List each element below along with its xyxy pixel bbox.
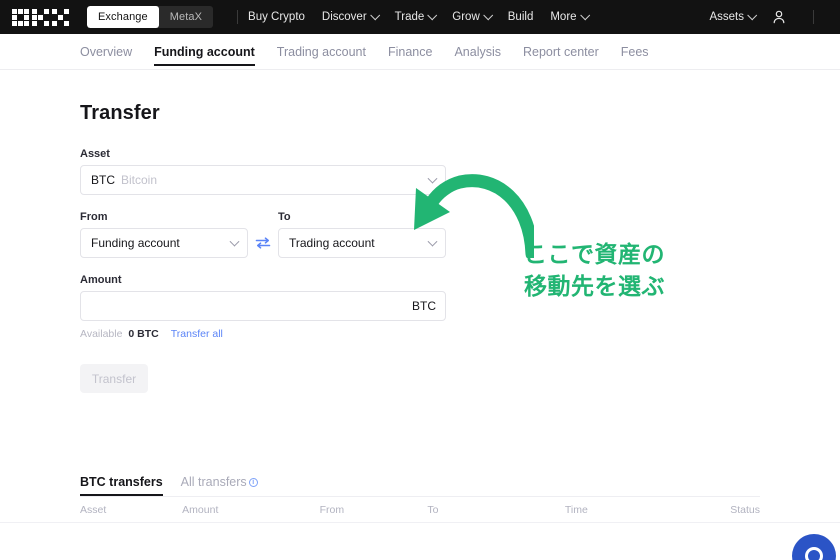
main-nav-links: Buy Crypto Discover Trade Grow Build Mor… [248, 9, 590, 24]
account-sub-navigation: Overview Funding account Trading account… [0, 34, 840, 70]
column-header-time: Time [564, 503, 588, 516]
main-content: Transfer Asset BTC Bitcoin From Funding … [0, 70, 840, 560]
from-label: From [80, 211, 108, 223]
tab-funding-account[interactable]: Funding account [154, 34, 255, 70]
chevron-down-icon [427, 236, 438, 247]
nav-right-group: Assets [709, 9, 828, 25]
nav-trade-label: Trade [394, 11, 425, 23]
swap-arrows-icon [255, 237, 271, 249]
nav-assets-label: Assets [709, 11, 744, 23]
nav-grow-label: Grow [452, 11, 480, 23]
chevron-down-icon [579, 9, 590, 20]
chevron-down-icon [369, 9, 380, 20]
nav-buy-crypto-label: Buy Crypto [248, 11, 305, 23]
history-table-header: Asset Amount From To Time Status [0, 497, 840, 523]
switch-metax[interactable]: MetaX [159, 6, 213, 28]
okx-transfer-page: Exchange MetaX Buy Crypto Discover Trade… [0, 0, 840, 560]
column-header-from: From [319, 503, 345, 516]
asset-select[interactable]: BTC Bitcoin [80, 165, 446, 195]
transfer-all-link[interactable]: Transfer all [171, 328, 223, 340]
annotation-text-line1: ここで資産の [524, 241, 665, 267]
from-to-row: From Funding account To Trading account [80, 211, 446, 258]
nav-more-label: More [550, 11, 577, 23]
annotation-text-line2: 移動先を選ぶ [524, 273, 665, 299]
asset-name: Bitcoin [121, 173, 158, 187]
annotation-text: ここで資産の 移動先を選ぶ [524, 238, 665, 302]
chevron-down-icon [427, 173, 438, 184]
chevron-down-icon [427, 9, 438, 20]
chevron-down-icon [747, 9, 758, 20]
column-header-status: Status [730, 503, 760, 516]
chevron-down-icon [483, 9, 493, 20]
asset-symbol: BTC [91, 173, 115, 187]
nav-divider-right [813, 10, 814, 24]
history-tab-all-transfers[interactable]: All transfers i [181, 475, 258, 496]
nav-discover[interactable]: Discover [321, 9, 380, 24]
history-tab-btc-transfers[interactable]: BTC transfers [80, 475, 163, 496]
support-chat-icon [805, 547, 823, 560]
tab-report-center[interactable]: Report center [523, 34, 599, 70]
swap-accounts-button[interactable] [248, 228, 278, 258]
history-tab-all-transfers-label: All transfers [180, 475, 247, 489]
history-tabs: BTC transfers All transfers i [0, 468, 840, 496]
available-balance-row: Available 0 BTC Transfer all [80, 328, 446, 340]
from-account-value: Funding account [91, 236, 180, 250]
nav-build-label: Build [507, 11, 534, 23]
to-account-value: Trading account [289, 236, 375, 250]
from-account-select[interactable]: Funding account [80, 228, 248, 258]
nav-grow[interactable]: Grow [452, 9, 493, 24]
tab-fees[interactable]: Fees [621, 34, 649, 70]
asset-label: Asset [80, 148, 110, 160]
transfer-submit-button[interactable]: Transfer [80, 364, 148, 393]
transfer-history-section: BTC transfers All transfers i Asset Amou… [0, 468, 840, 523]
okx-logo[interactable] [12, 8, 69, 26]
transfer-form: Asset BTC Bitcoin From Funding account T… [80, 148, 446, 393]
nav-discover-label: Discover [321, 11, 367, 23]
page-title: Transfer [80, 102, 160, 124]
available-label: Available [80, 328, 123, 340]
amount-label: Amount [80, 274, 122, 286]
okx-logo-glyph-x [52, 8, 69, 26]
from-group: From Funding account [80, 211, 248, 258]
to-group: To Trading account [278, 211, 446, 258]
top-navigation-bar: Exchange MetaX Buy Crypto Discover Trade… [0, 0, 840, 34]
tab-trading-account[interactable]: Trading account [277, 34, 366, 70]
amount-input-wrap: BTC [80, 291, 446, 321]
user-avatar-icon[interactable] [771, 9, 787, 25]
to-account-select[interactable]: Trading account [278, 228, 446, 258]
info-icon[interactable]: i [248, 477, 258, 487]
nav-build[interactable]: Build [508, 10, 534, 24]
amount-input[interactable] [80, 291, 446, 321]
nav-buy-crypto[interactable]: Buy Crypto [248, 10, 305, 24]
okx-logo-glyph-k [32, 8, 49, 26]
available-value: 0 BTC [128, 328, 159, 340]
column-header-asset: Asset [80, 503, 107, 516]
switch-exchange[interactable]: Exchange [87, 6, 159, 28]
to-label: To [278, 211, 291, 223]
nav-assets[interactable]: Assets [709, 9, 758, 24]
tab-overview[interactable]: Overview [80, 34, 132, 70]
chevron-down-icon [229, 236, 240, 247]
nav-more[interactable]: More [550, 9, 590, 24]
tab-finance[interactable]: Finance [388, 34, 432, 70]
history-tab-btc-transfers-label: BTC transfers [80, 475, 163, 489]
column-header-to: To [427, 503, 439, 516]
tab-analysis[interactable]: Analysis [454, 34, 501, 70]
nav-divider [237, 10, 239, 24]
column-header-amount: Amount [182, 503, 219, 516]
product-switcher[interactable]: Exchange MetaX [87, 6, 214, 28]
amount-group: Amount BTC Available 0 BTC Transfer all [80, 274, 446, 340]
nav-trade[interactable]: Trade [394, 9, 438, 24]
okx-logo-glyph-o [12, 8, 29, 26]
